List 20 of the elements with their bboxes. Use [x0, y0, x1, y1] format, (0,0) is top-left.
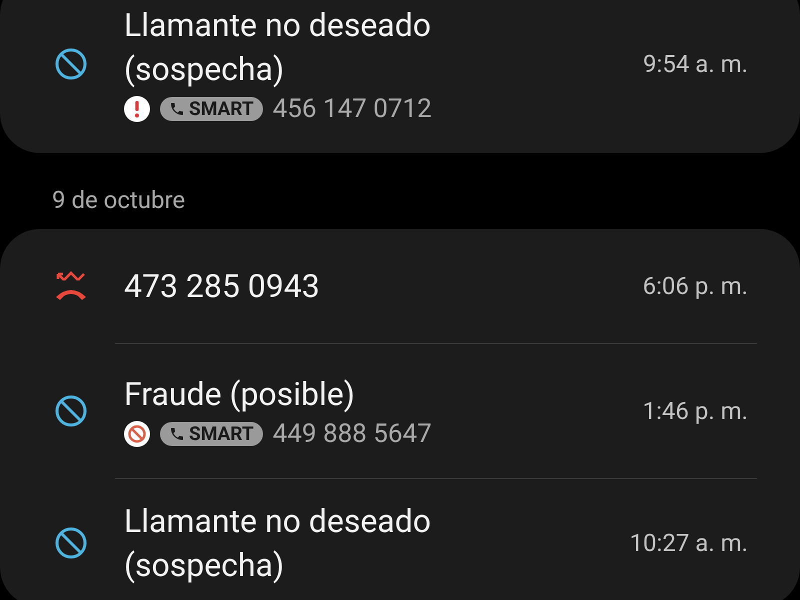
prohibited-icon	[124, 421, 150, 447]
phone-number: 456 147 0712	[272, 93, 432, 125]
blocked-icon	[54, 526, 88, 560]
phone-icon	[169, 426, 185, 442]
call-time: 6:06 p. m.	[642, 271, 748, 302]
warning-icon	[124, 96, 150, 122]
caller-name: Llamante no deseado (sospecha)	[124, 501, 432, 586]
blocked-icon	[54, 47, 88, 81]
caller-name: 473 285 0943	[124, 266, 321, 307]
smart-tag: SMART	[160, 97, 263, 121]
call-time: 9:54 a. m.	[643, 49, 748, 80]
call-time: 10:27 a. m.	[630, 528, 748, 559]
call-time: 1:46 p. m.	[642, 396, 748, 427]
phone-number: 449 888 5647	[272, 418, 432, 450]
caller-name: Fraude (posible)	[124, 374, 356, 415]
smart-tag: SMART	[160, 422, 263, 446]
blocked-icon	[54, 394, 88, 428]
phone-icon	[169, 101, 185, 117]
date-header: 9 de octubre	[51, 185, 186, 216]
caller-name: Llamante no deseado (sospecha)	[124, 5, 432, 90]
